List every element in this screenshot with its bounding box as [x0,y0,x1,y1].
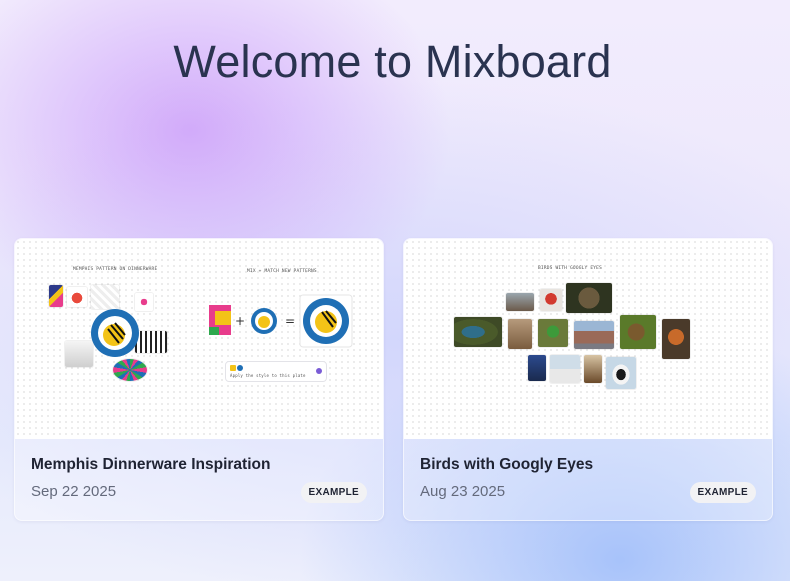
preview-image [620,315,656,349]
prompt-text: Apply the style to this plate [230,373,306,378]
preview-image [508,319,532,349]
preview-image [584,355,602,383]
board-date: Sep 22 2025 [31,483,117,500]
board-preview: MEMPHIS PATTERN ON DINNERWARE MIX + MATC… [15,239,383,439]
example-badge: EXAMPLE [689,482,756,503]
preview-image [566,283,612,313]
preview-image [662,319,690,359]
board-title: Memphis Dinnerware Inspiration [31,456,271,473]
send-icon [316,368,322,374]
prompt-chip: Apply the style to this plate [225,361,327,382]
board-preview: BIRDS WITH GOOGLY EYES [404,239,772,439]
example-badge: EXAMPLE [300,482,367,503]
preview-image [574,321,614,349]
svg-text:+: + [235,314,245,328]
board-title: Birds with Googly Eyes [420,456,594,473]
board-date: Aug 23 2025 [420,483,506,500]
preview-caption: BIRDS WITH GOOGLY EYES [538,266,603,271]
chip-thumb-icon [237,365,243,371]
plate-illustrations: + = [91,294,353,357]
preview-image [528,355,546,381]
preview-image [606,357,636,389]
preview-image [506,293,534,311]
svg-text:=: = [285,314,295,328]
board-card-birds-googly-eyes[interactable]: BIRDS WITH GOOGLY EYES Birds with Googly… [403,238,773,521]
page-title: Welcome to Mixboard [173,36,612,87]
board-card-memphis-dinnerware[interactable]: MEMPHIS PATTERN ON DINNERWARE MIX + MATC… [14,238,384,521]
chip-thumb-icon [230,365,236,371]
preview-image [538,319,568,347]
preview-image [454,317,502,347]
preview-image [540,289,562,311]
preview-image [550,355,580,383]
